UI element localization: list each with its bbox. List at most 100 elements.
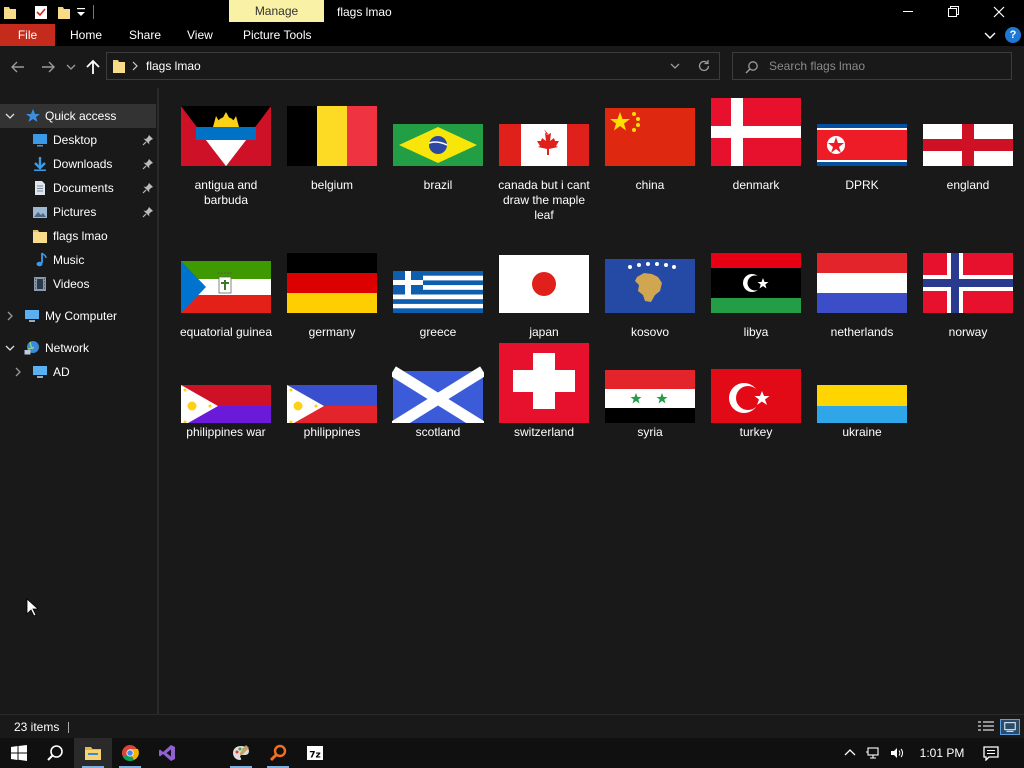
address-bar[interactable]: flags lmao — [106, 52, 720, 80]
file-item-china[interactable]: china — [598, 96, 702, 236]
up-button[interactable] — [84, 58, 102, 76]
search-input[interactable] — [769, 54, 1005, 78]
taskbar-file-explorer[interactable] — [74, 738, 112, 768]
file-item-england[interactable]: england — [916, 96, 1020, 236]
chevron-down-icon[interactable] — [5, 111, 15, 121]
chevron-down-icon[interactable] — [669, 60, 681, 72]
sidebar-item-label: AD — [53, 365, 70, 379]
sidebar-item-label: Desktop — [53, 133, 98, 147]
network-status-icon[interactable] — [866, 746, 880, 760]
search-icon — [745, 61, 758, 74]
chevron-right-icon[interactable] — [13, 367, 23, 377]
customize-toolbar-icon[interactable] — [76, 6, 86, 18]
tab-picture-tools[interactable]: Picture Tools — [243, 24, 311, 46]
ukraine-flag-icon — [817, 385, 907, 423]
sidebar-item-quick-access[interactable]: Quick access — [0, 104, 156, 128]
sidebar-item-ad[interactable]: AD — [0, 360, 156, 384]
item-count: 23 items — [14, 720, 60, 734]
taskbar-paint[interactable] — [222, 738, 260, 768]
pin-icon[interactable] — [142, 206, 154, 218]
sidebar-item-music[interactable]: Music — [0, 248, 156, 272]
taskbar-visual-studio[interactable] — [148, 738, 186, 768]
address-path[interactable]: flags lmao — [146, 53, 201, 79]
syria-flag-icon — [605, 370, 695, 423]
taskbar-search[interactable] — [36, 738, 74, 768]
sidebar-item-label: Documents — [53, 181, 114, 195]
sidebar-item-desktop[interactable]: Desktop — [0, 128, 156, 152]
file-item-philippines-war[interactable]: philippines war — [174, 343, 278, 483]
large-icons-view-icon[interactable] — [1000, 719, 1020, 735]
search-icon — [47, 745, 63, 761]
taskbar-7zip[interactable]: 7z — [296, 738, 334, 768]
file-name: antigua and barbuda — [194, 178, 258, 207]
tab-file[interactable]: File — [0, 24, 55, 46]
pin-icon[interactable] — [142, 182, 154, 194]
equatorial-guinea-flag-icon — [181, 261, 271, 313]
manage-context-tab[interactable]: Manage — [229, 0, 324, 22]
belgium-flag-icon — [287, 106, 377, 166]
refresh-icon[interactable] — [697, 59, 711, 73]
details-view-icon[interactable] — [977, 720, 995, 734]
search-box[interactable] — [732, 52, 1012, 80]
file-item-philippines[interactable]: philippines — [280, 343, 384, 483]
file-item-turkey[interactable]: turkey — [704, 343, 808, 483]
taskbar-magnifier[interactable] — [259, 738, 297, 768]
start-button[interactable] — [0, 738, 38, 768]
volume-icon[interactable] — [890, 746, 904, 760]
properties-icon[interactable] — [34, 4, 48, 20]
file-item-brazil[interactable]: brazil — [386, 96, 490, 236]
file-item-belgium[interactable]: belgium — [280, 96, 384, 236]
sidebar-item-documents[interactable]: Documents — [0, 176, 156, 200]
7zip-icon: 7z — [307, 746, 323, 761]
pin-icon[interactable] — [142, 134, 154, 146]
restore-button[interactable] — [930, 0, 976, 24]
pane-separator[interactable] — [157, 88, 159, 714]
file-item-syria[interactable]: syria — [598, 343, 702, 483]
recent-locations-button[interactable] — [65, 58, 77, 76]
file-item-norway[interactable]: norway — [916, 243, 1020, 383]
dprk-flag-icon — [817, 124, 907, 166]
scotland-flag-icon — [392, 366, 484, 423]
file-item-ukraine[interactable]: ukraine — [810, 343, 914, 483]
china-flag-icon — [605, 108, 695, 166]
help-button[interactable]: ? — [1005, 27, 1021, 43]
action-center-icon[interactable] — [983, 746, 999, 761]
chevron-right-icon[interactable] — [131, 60, 139, 72]
chevron-down-icon[interactable] — [983, 28, 997, 42]
tab-home[interactable]: Home — [70, 24, 102, 46]
sidebar-item-my-computer[interactable]: My Computer — [0, 304, 156, 328]
sidebar-item-flags-lmao[interactable]: flags lmao — [0, 224, 156, 248]
minimize-button[interactable] — [885, 0, 931, 24]
sidebar-item-pictures[interactable]: Pictures — [0, 200, 156, 224]
tab-share[interactable]: Share — [129, 24, 161, 46]
window-title: flags lmao — [337, 5, 392, 19]
pin-icon[interactable] — [142, 158, 154, 170]
file-item-scotland[interactable]: scotland — [386, 343, 490, 483]
download-icon — [34, 157, 46, 171]
taskbar-chrome[interactable] — [111, 738, 149, 768]
clock[interactable]: 1:01 PM — [912, 738, 972, 768]
file-item-switzerland[interactable]: switzerland — [492, 343, 596, 483]
folder-icon — [33, 230, 47, 243]
folder-icon[interactable] — [3, 4, 17, 20]
file-name: greece — [419, 325, 457, 339]
back-button[interactable] — [9, 58, 27, 76]
file-item-canada[interactable]: canada but i cant draw the maple leaf — [492, 96, 596, 236]
sidebar-item-label: Videos — [53, 277, 90, 291]
file-item-dprk[interactable]: DPRK — [810, 96, 914, 236]
chevron-right-icon[interactable] — [5, 311, 15, 321]
file-list: antigua and barbuda belgium brazil canad… — [160, 88, 1024, 714]
sidebar-item-label: My Computer — [45, 309, 118, 323]
sidebar-item-network[interactable]: Network — [0, 336, 156, 360]
file-item-antigua-and-barbuda[interactable]: antigua and barbuda — [174, 96, 278, 236]
tab-view[interactable]: View — [187, 24, 213, 46]
close-button[interactable] — [976, 0, 1022, 24]
forward-button[interactable] — [39, 58, 57, 76]
sidebar-item-videos[interactable]: Videos — [0, 272, 156, 296]
show-hidden-icons-icon[interactable] — [843, 746, 857, 760]
sidebar-item-downloads[interactable]: Downloads — [0, 152, 156, 176]
file-name: philippines war — [186, 425, 266, 439]
file-item-denmark[interactable]: denmark — [704, 96, 808, 236]
new-folder-icon[interactable] — [57, 4, 71, 20]
chevron-down-icon[interactable] — [5, 343, 15, 353]
